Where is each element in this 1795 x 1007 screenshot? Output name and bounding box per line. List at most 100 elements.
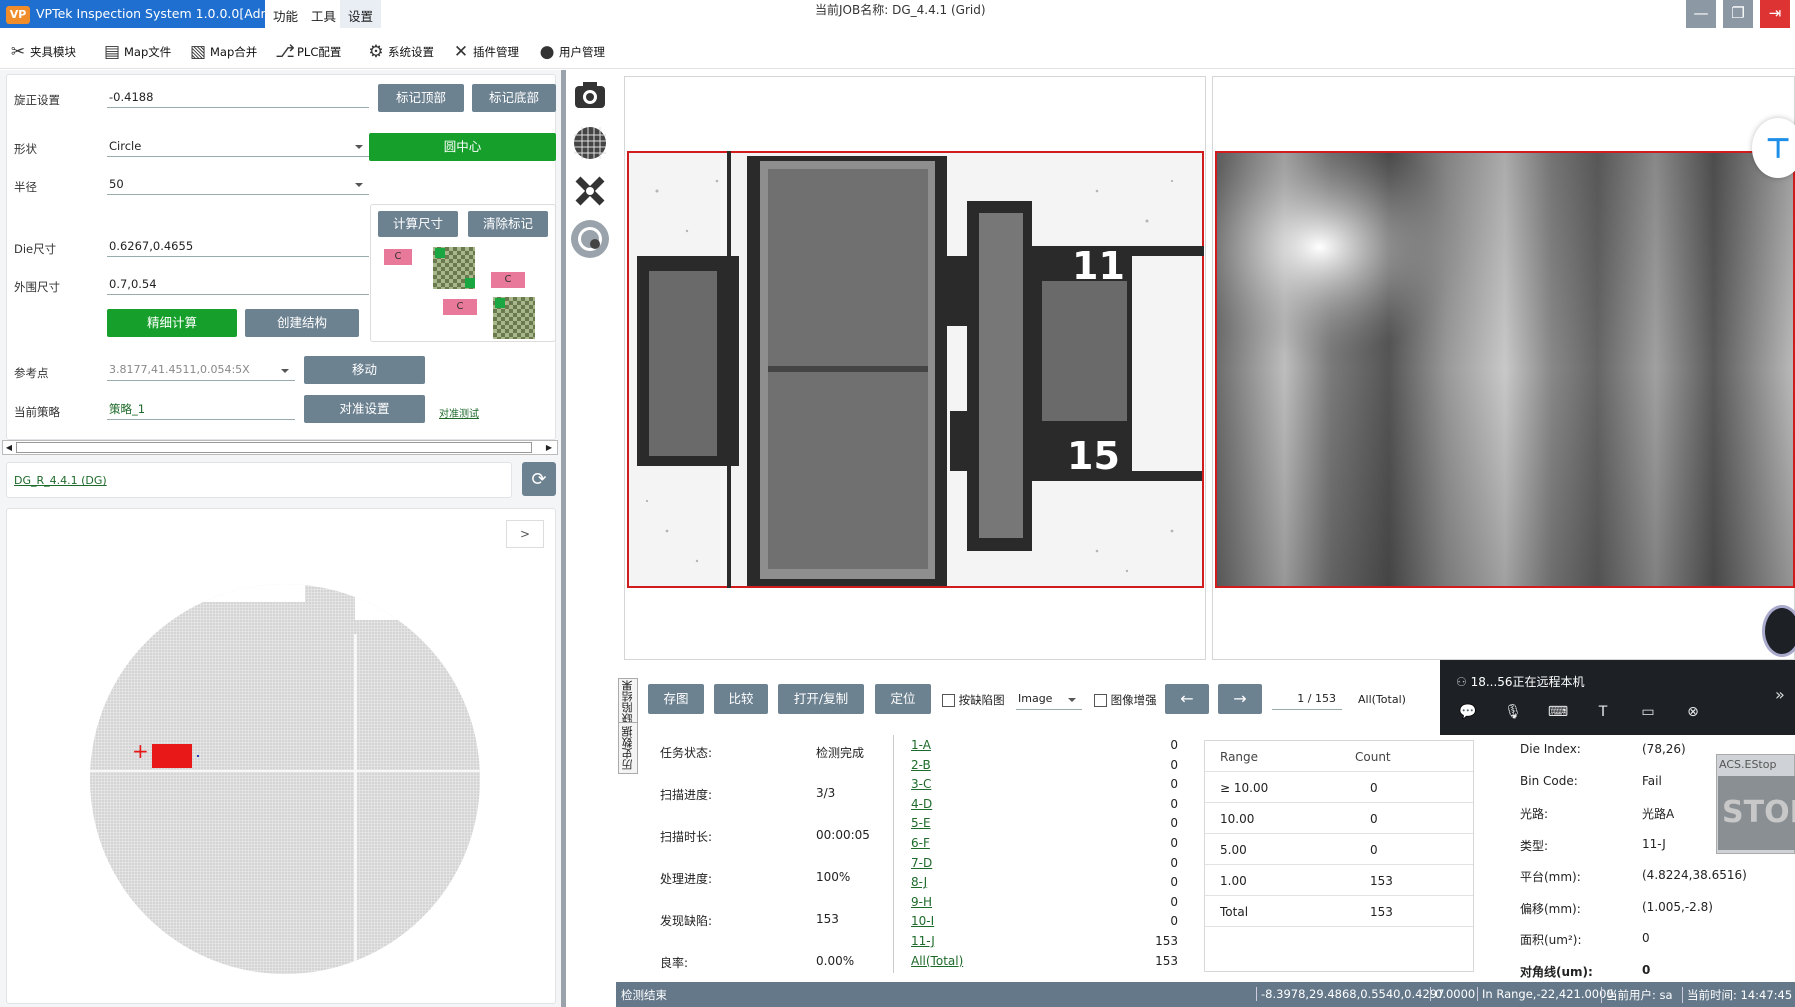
toolbar-plugin-manager[interactable]: ✕ 插件管理 [451,39,519,65]
page-indicator[interactable]: 1 / 153 [1272,690,1342,710]
toolbar-map-merge[interactable]: ▧ Map合并 [188,39,257,65]
bin-link[interactable]: 11-J [911,934,935,948]
scrollbar-thumb[interactable] [16,442,532,453]
image-type-select[interactable]: Image [1016,690,1082,710]
toolbar-fixture-module[interactable]: ✂ 夹具模块 [8,39,76,65]
all-total-filter[interactable]: All(Total) [1358,693,1406,706]
exit-button[interactable]: ⇥ [1760,0,1790,28]
bin-link[interactable]: 3-C [911,777,931,791]
circle-center-button[interactable]: 圆中心 [369,133,556,161]
mark-top-button[interactable]: 标记顶部 [378,84,464,112]
compare-button[interactable]: 比较 [714,684,768,714]
bin-link[interactable]: 6-F [911,836,930,850]
menu-tools[interactable]: 工具 [311,6,336,25]
maximize-button[interactable]: ❐ [1723,0,1753,28]
tools-view-button[interactable] [571,172,609,210]
calc-size-button[interactable]: 计算尺寸 [378,211,458,237]
menu-function[interactable]: 功能 [273,6,298,25]
zoom-image[interactable] [1215,151,1795,588]
folder-icon[interactable]: ▭ [1636,700,1660,724]
range-count: 0 [1370,781,1378,795]
stats-divider [893,735,894,973]
user-icon: ⚇ [1456,675,1471,689]
expand-button[interactable]: > [506,520,544,548]
range-value: 1.00 [1220,874,1247,888]
locate-button[interactable]: 定位 [875,684,931,714]
stat-value: 100% [816,870,851,884]
stat-value: 0.00% [816,954,855,968]
align-test-link[interactable]: 对准测试 [439,405,479,420]
enhance-checkbox[interactable]: 图像增强 [1094,692,1157,708]
minimize-button[interactable]: — [1686,0,1716,28]
save-image-button[interactable]: 存图 [648,684,704,714]
scroll-right-icon[interactable]: ▶ [544,442,554,453]
outer-size-input[interactable]: 0.7,0.54 [107,275,369,295]
refresh-map-button[interactable]: ⟳ [522,462,556,496]
create-struct-button[interactable]: 创建结构 [245,309,359,337]
scroll-left-icon[interactable]: ◀ [4,442,14,453]
estop-button[interactable]: STOP [1718,776,1795,850]
move-button[interactable]: 移动 [304,356,425,384]
die-image[interactable]: 11 15 [627,151,1204,588]
stat-value: 00:00:05 [816,828,870,842]
radius-select[interactable]: 50 [107,175,369,195]
map-settings-button[interactable] [571,220,609,258]
range-header: Range Count [1205,741,1473,772]
checkbox-box[interactable] [942,694,955,707]
rotation-input[interactable]: -0.4188 [107,88,369,108]
range-count: 153 [1370,905,1393,919]
clear-marks-button[interactable]: 清除标记 [468,211,548,237]
chat-icon[interactable]: 💬 [1456,700,1480,724]
toolbar-user-manager[interactable]: ● 用户管理 [537,39,605,65]
status-value: 0.0000 [1430,987,1475,1001]
keyboard-icon[interactable]: ⌨ [1546,700,1570,724]
checkbox-box[interactable] [1094,694,1107,707]
job-link[interactable]: DG_R_4.4.1 (DG) [14,474,107,487]
wafer-map[interactable]: + [90,584,490,984]
prev-defect-button[interactable]: ← [1165,684,1209,714]
die-size-input[interactable]: 0.6267,0.4655 [107,237,369,257]
ref-point-select[interactable]: 3.8177,41.4511,0.054:5X [107,361,295,381]
toolbar-plc-config[interactable]: ⎇ PLC配置 [275,39,341,65]
menu-settings[interactable]: 设置 [340,0,382,28]
defect-cluster[interactable] [152,744,192,768]
collapse-icon[interactable]: » [1775,685,1785,704]
die-mark-15: 15 [1067,434,1120,478]
bin-link[interactable]: 8-J [911,875,927,889]
close-circle-icon[interactable]: ⊗ [1681,700,1705,724]
panel-splitter[interactable] [561,70,566,1007]
wafer-dies [90,584,480,974]
bin-link[interactable]: 9-H [911,895,932,909]
tab-defect-results[interactable]: 缺陷结果 [618,678,638,728]
bin-link[interactable]: All(Total) [911,954,963,968]
strategy-input[interactable]: 策略_1 [107,400,295,420]
mic-icon[interactable]: 🎙 [1501,700,1525,724]
align-settings-button[interactable]: 对准设置 [304,395,425,423]
bin-link[interactable]: 5-E [911,816,931,830]
next-defect-button[interactable]: → [1218,684,1262,714]
shape-select[interactable]: Circle [107,137,369,157]
mark-bottom-button[interactable]: 标记底部 [472,84,556,112]
bin-link[interactable]: 10-I [911,914,934,928]
tab-history-data[interactable]: 历史数据 [618,722,638,774]
wafer-gap [90,770,480,772]
by-defect-checkbox[interactable]: 按缺陷图 [942,692,1005,708]
bin-link[interactable]: 2-B [911,758,931,772]
app-title-text: VPTek Inspection System 1.0.0.0[Admin] [36,6,289,21]
bin-link[interactable]: 7-D [911,856,932,870]
text-icon[interactable]: T [1591,700,1615,724]
toolbar-map-file[interactable]: ▤ Map文件 [102,39,171,65]
bin-count: 153 [1155,953,1178,968]
gear-icon: ⚙ [368,42,384,62]
toolbar-label: 用户管理 [559,45,605,59]
bin-link[interactable]: 1-A [911,738,931,752]
toolbar-system-settings[interactable]: ⚙ 系统设置 [366,39,434,65]
wafer-view-button[interactable] [571,124,609,162]
strategy-label: 当前策略 [14,405,60,419]
floating-remote-badge[interactable] [1762,605,1795,657]
camera-button[interactable] [571,76,609,114]
open-copy-button[interactable]: 打开/复制 [778,684,864,714]
fine-calc-button[interactable]: 精细计算 [107,309,237,337]
bin-link[interactable]: 4-D [911,797,932,811]
floating-assistant-button[interactable]: ⊤ [1752,118,1795,178]
